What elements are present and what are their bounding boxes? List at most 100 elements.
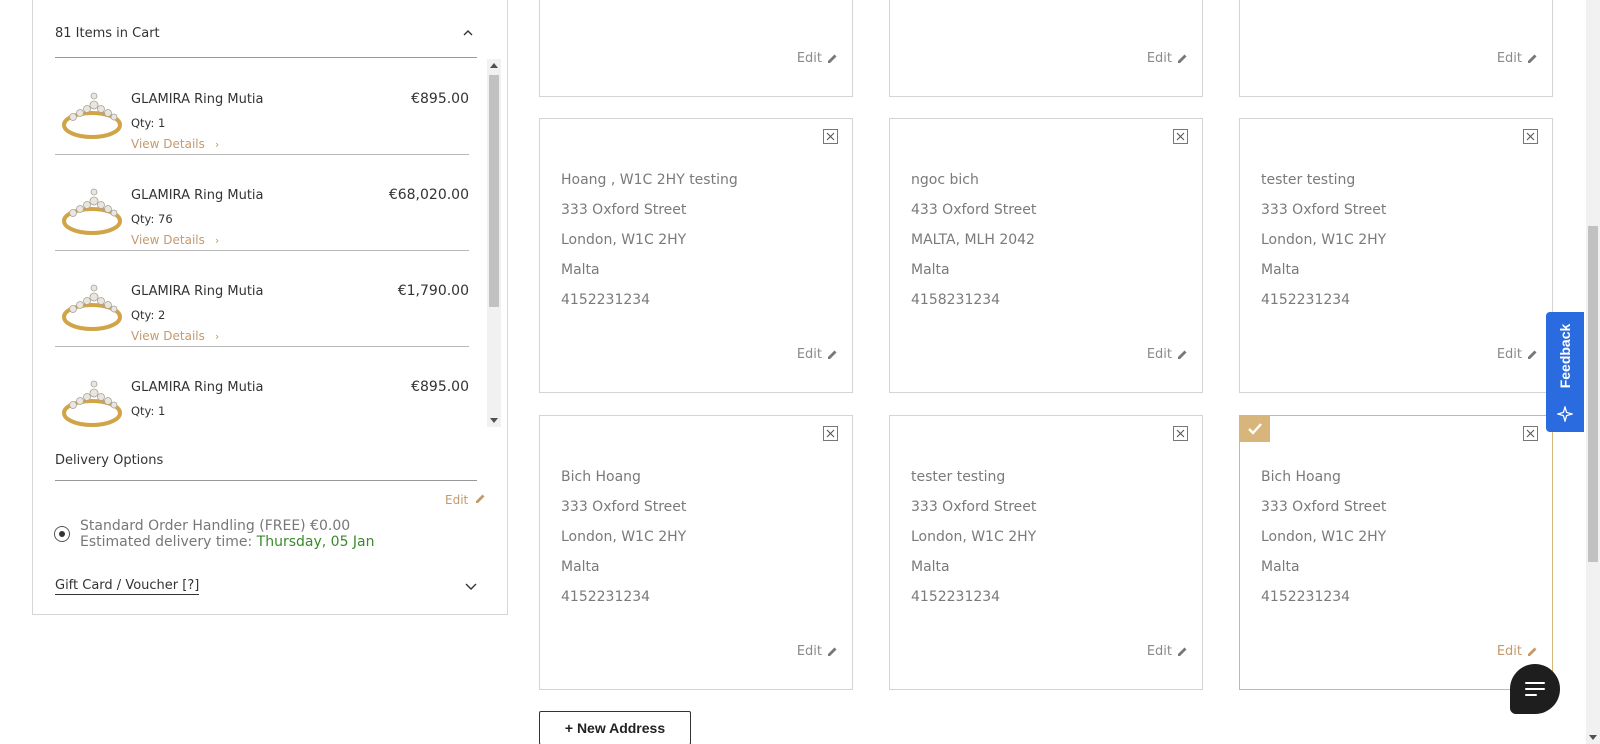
chevron-down-icon[interactable] <box>465 580 477 592</box>
new-address-button[interactable]: + New Address <box>539 711 691 744</box>
edit-address-link[interactable]: Edit <box>1496 347 1537 362</box>
edit-address-link[interactable]: Edit <box>1496 51 1537 66</box>
edit-address-link[interactable]: Edit <box>1147 644 1187 659</box>
pencil-icon <box>1178 647 1187 656</box>
address-line: tester testing <box>911 469 1006 485</box>
product-name[interactable]: GLAMIRA Ring Mutia <box>131 284 264 299</box>
cart-item: GLAMIRA Ring Mutia €895.00 Qty: 1 View D… <box>55 59 469 155</box>
address-card[interactable]: Hoang , W1C 2HY testing 333 Oxford Street… <box>539 118 853 393</box>
remove-address-icon[interactable] <box>1523 426 1538 441</box>
address-line: 333 Oxford Street <box>561 202 687 218</box>
scroll-down-arrow-icon[interactable] <box>1589 735 1597 740</box>
standard-shipping-radio[interactable] <box>54 526 70 542</box>
edit-address-link[interactable]: Edit <box>1496 644 1537 659</box>
view-details-label: View Details <box>131 137 205 151</box>
address-card[interactable]: Bich Hoang 333 Oxford Street London, W1C 2… <box>539 415 853 690</box>
product-qty: Qty: 1 <box>131 404 166 418</box>
page-scrollbar-thumb[interactable] <box>1588 226 1598 562</box>
address-line: 333 Oxford Street <box>1261 499 1387 515</box>
product-price: €895.00 <box>411 91 469 107</box>
delivery-edit-label: Edit <box>445 493 469 507</box>
address-line: 333 Oxford Street <box>1261 202 1387 218</box>
remove-address-icon[interactable] <box>1173 129 1188 144</box>
scroll-up-arrow-icon[interactable] <box>490 63 498 68</box>
edit-label: Edit <box>796 644 822 659</box>
chat-icon <box>1525 682 1545 684</box>
delivery-edit-link[interactable]: Edit <box>445 493 486 507</box>
chat-icon <box>1525 694 1537 696</box>
address-line: Malta <box>1261 559 1300 575</box>
feedback-tab[interactable]: Feedback <box>1546 312 1584 432</box>
product-name[interactable]: GLAMIRA Ring Mutia <box>131 188 264 203</box>
pencil-icon <box>476 494 485 503</box>
ring-thumbnail <box>62 380 122 427</box>
address-line: Bich Hoang <box>1261 469 1341 485</box>
address-line: Malta <box>911 559 950 575</box>
chevron-right-icon: › <box>214 330 220 343</box>
address-line: London, W1C 2HY <box>561 232 687 248</box>
view-details-label: View Details <box>131 329 205 343</box>
cart-list-scrollbar[interactable] <box>487 59 501 427</box>
address-line: Malta <box>911 262 950 278</box>
pencil-icon <box>1528 647 1537 656</box>
address-card[interactable]: Bich Hoang 333 Oxford Street London, W1C 2… <box>1239 415 1553 690</box>
remove-address-icon[interactable] <box>1173 426 1188 441</box>
view-details-link[interactable]: View Details › <box>131 137 219 151</box>
address-line: 333 Oxford Street <box>911 499 1037 515</box>
address-card[interactable]: tester testing 333 Oxford Street London, W… <box>889 415 1203 690</box>
pencil-icon <box>828 350 837 359</box>
delivery-options-header: Delivery Options <box>55 451 477 481</box>
cart-header[interactable]: 81 Items in Cart <box>55 26 477 58</box>
ring-thumbnail <box>62 188 122 235</box>
address-line: Bich Hoang <box>561 469 641 485</box>
address-line: London, W1C 2HY <box>1261 232 1387 248</box>
pencil-icon <box>1178 54 1187 63</box>
pencil-icon <box>1528 54 1537 63</box>
edit-label: Edit <box>1496 51 1522 66</box>
product-price: €68,020.00 <box>388 187 469 203</box>
chat-button[interactable] <box>1510 664 1560 714</box>
edit-address-link[interactable]: Edit <box>796 644 837 659</box>
edit-label: Edit <box>1146 51 1172 66</box>
address-line: London, W1C 2HY <box>561 529 687 545</box>
product-name[interactable]: GLAMIRA Ring Mutia <box>131 92 264 107</box>
address-card[interactable]: Edit <box>889 0 1203 97</box>
edit-label: Edit <box>1146 347 1172 362</box>
address-card[interactable]: tester testing 333 Oxford Street London, W… <box>1239 118 1553 393</box>
pencil-icon <box>1178 350 1187 359</box>
remove-address-icon[interactable] <box>823 426 838 441</box>
feedback-label: Feedback <box>1557 323 1573 389</box>
address-line: 4152231234 <box>561 589 651 605</box>
address-card[interactable]: Edit <box>539 0 853 97</box>
address-line: ngoc bich <box>911 172 979 188</box>
edit-address-link[interactable]: Edit <box>797 347 837 362</box>
address-line: 4152231234 <box>561 292 651 308</box>
remove-address-icon[interactable] <box>1523 129 1538 144</box>
scroll-down-arrow-icon[interactable] <box>490 418 498 423</box>
view-details-link[interactable]: View Details › <box>131 233 219 247</box>
view-details-link[interactable]: View Details › <box>131 329 219 343</box>
chat-icon <box>1525 688 1545 690</box>
chevron-up-icon[interactable] <box>463 28 473 38</box>
edit-address-link[interactable]: Edit <box>797 51 837 66</box>
page-scrollbar[interactable] <box>1586 0 1600 744</box>
address-line: Hoang , W1C 2HY testing <box>561 172 738 188</box>
address-line: tester testing <box>1261 172 1356 188</box>
product-price: €895.00 <box>411 379 469 395</box>
product-name[interactable]: GLAMIRA Ring Mutia <box>131 380 264 395</box>
view-details-label: View Details <box>131 233 205 247</box>
gift-card-voucher-toggle[interactable]: Gift Card / Voucher [?] <box>55 578 200 595</box>
scrollbar-thumb[interactable] <box>489 75 499 307</box>
delivery-date: Thursday, 05 Jan <box>256 534 375 550</box>
address-card[interactable]: ngoc bich 433 Oxford Street MALTA, MLH 204… <box>889 118 1203 393</box>
address-card[interactable]: Edit <box>1239 0 1553 97</box>
product-price: €1,790.00 <box>397 283 469 299</box>
edit-label: Edit <box>1496 644 1522 659</box>
edit-address-link[interactable]: Edit <box>1146 51 1187 66</box>
edit-label: Edit <box>1496 347 1522 362</box>
address-line: London, W1C 2HY <box>911 529 1037 545</box>
address-line: Malta <box>561 559 600 575</box>
edit-address-link[interactable]: Edit <box>1146 347 1187 362</box>
remove-address-icon[interactable] <box>823 129 838 144</box>
product-qty: Qty: 2 <box>131 308 166 322</box>
